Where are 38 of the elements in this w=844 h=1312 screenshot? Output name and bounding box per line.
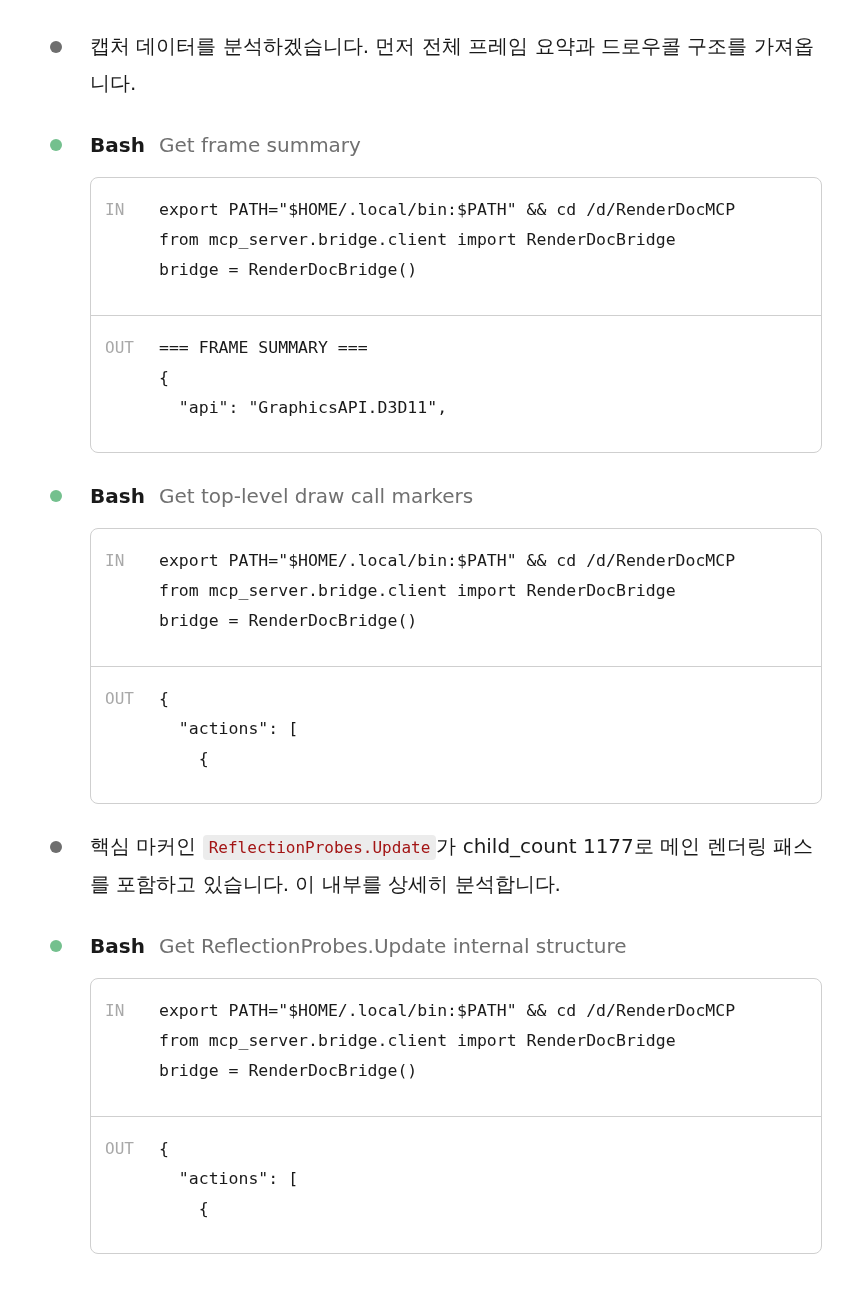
inline-code: ReflectionProbes.Update <box>202 835 437 860</box>
status-dot <box>50 940 62 952</box>
status-dot <box>50 41 62 53</box>
code-line: { <box>159 367 170 389</box>
code-line: { <box>197 1198 210 1220</box>
code-line: bridge = RenderDocBridge() <box>159 1060 419 1082</box>
code-line: { <box>197 748 210 770</box>
code-line: bridge = RenderDocBridge() <box>159 610 419 632</box>
code-line: from mcp_server.bridge.client import RenderDocBridge <box>159 580 677 602</box>
code-line: from mcp_server.bridge.client import RenderDocBridge <box>159 1030 677 1052</box>
tool-name: Bash <box>90 933 145 958</box>
code-line: export PATH="$HOME/.local/bin:$PATH" && cd /d/RenderDocMCP <box>159 199 736 221</box>
status-dot <box>50 841 62 853</box>
code-line: export PATH="$HOME/.local/bin:$PATH" && cd /d/RenderDocMCP <box>159 550 736 572</box>
section-label: OUT <box>105 1138 135 1160</box>
code-line: bridge = RenderDocBridge() <box>159 259 419 281</box>
code-line: { <box>159 688 170 710</box>
code-line: from mcp_server.bridge.client import RenderDocBridge <box>159 229 677 251</box>
code-line: "actions": [ <box>177 718 299 740</box>
section-label: IN <box>105 550 126 572</box>
section-label: IN <box>105 1000 126 1022</box>
message-text: 캡처 데이터를 분석하겠습니다. 먼저 전체 프레임 요약과 드로우콜 구조를 가져옵니다. <box>90 33 815 97</box>
tool-description: Get frame summary <box>158 132 361 157</box>
section-label: OUT <box>105 688 135 710</box>
tool-description: Get top-level draw call markers <box>158 483 474 508</box>
tool-name: Bash <box>90 132 145 157</box>
code-line: === FRAME SUMMARY === <box>159 337 369 359</box>
code-line: "api": "GraphicsAPI.D3D11", <box>177 397 448 419</box>
tool-description: Get ReflectionProbes.Update internal structure <box>158 933 627 958</box>
status-dot <box>50 139 62 151</box>
section-label: IN <box>105 199 126 221</box>
code-line: "actions": [ <box>177 1168 299 1190</box>
code-line: export PATH="$HOME/.local/bin:$PATH" && cd /d/RenderDocMCP <box>159 1000 736 1022</box>
section-label: OUT <box>105 337 135 359</box>
status-dot <box>50 490 62 502</box>
code-line: { <box>159 1138 170 1160</box>
message-text: 핵심 마커인 ReflectionProbes.Update 가 child_count 1177로 메인 렌더링 패스를 포함하고 있습니다. 이 내부를 상세히 분석합니다. <box>90 833 814 898</box>
tool-name: Bash <box>90 483 145 508</box>
